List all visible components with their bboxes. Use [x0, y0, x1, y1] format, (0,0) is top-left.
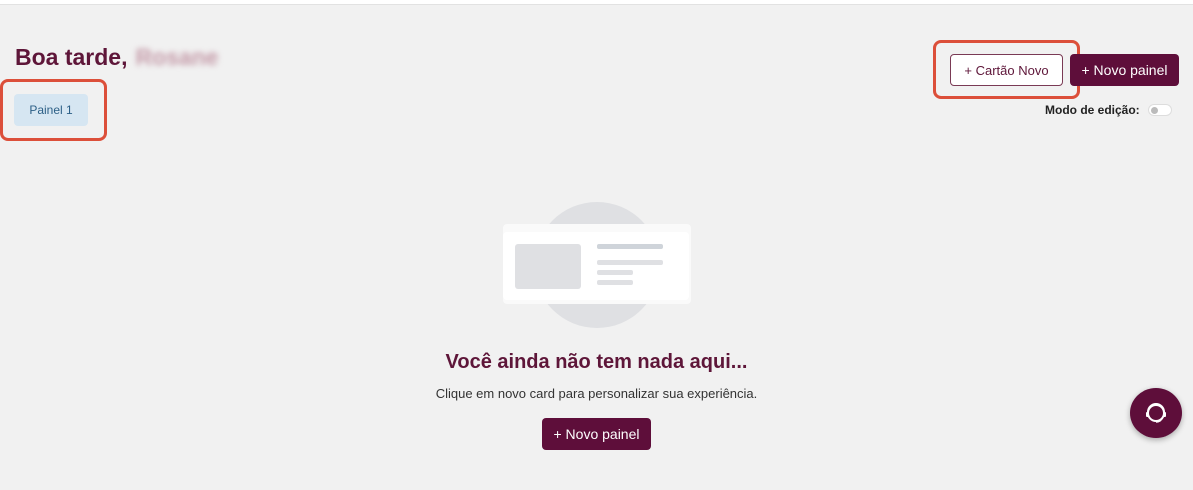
greeting-text: Boa tarde,	[15, 44, 128, 70]
new-card-button[interactable]: + Cartão Novo	[950, 54, 1063, 86]
empty-state-title: Você ainda não tem nada aqui...	[445, 351, 748, 373]
edit-mode-label: Modo de edição:	[1045, 103, 1140, 117]
empty-state-illustration	[503, 202, 691, 328]
illustration-image	[515, 244, 581, 289]
user-name: Rosane	[135, 44, 219, 70]
edit-mode-toggle[interactable]	[1147, 104, 1172, 116]
empty-state-subtitle: Clique em novo card para personalizar su…	[435, 386, 758, 401]
edit-mode-control: Modo de edição:	[1045, 103, 1172, 117]
illustration-line-4	[597, 280, 633, 285]
tab-painel-1[interactable]: Painel 1	[14, 94, 88, 126]
illustration-line-3	[597, 270, 633, 275]
top-bar	[0, 0, 1193, 5]
empty-state-new-panel-button[interactable]: + Novo painel	[542, 418, 651, 450]
illustration-line-2	[597, 260, 663, 265]
page-greeting: Boa tarde, Rosane	[15, 44, 219, 71]
chat-support-button[interactable]	[1130, 388, 1182, 438]
chat-support-icon	[1146, 403, 1166, 423]
new-panel-button[interactable]: + Novo painel	[1070, 54, 1179, 86]
illustration-line-1	[597, 244, 663, 249]
